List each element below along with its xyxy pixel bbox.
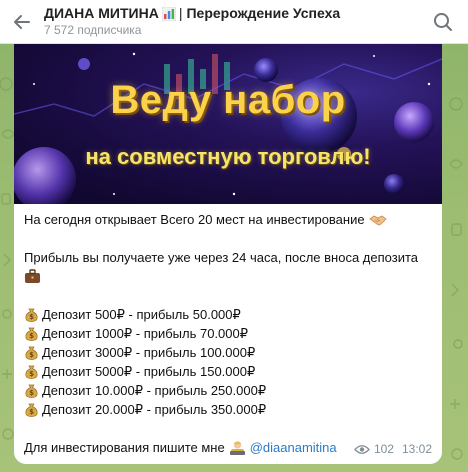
deposit-row: $ Депозит 20.000₽ - прибыль 350.000₽	[24, 400, 434, 419]
deposit-text: Депозит 3000₽ - прибыль 100.000₽	[42, 345, 256, 360]
deposit-text: Депозит 1000₽ - прибыль 70.000₽	[42, 326, 249, 341]
svg-text:$: $	[29, 389, 34, 397]
money-bag-icon: $	[25, 365, 38, 379]
message-text: На сегодня открывает Всего 20 мест на ин…	[24, 210, 434, 457]
channel-title: ДИАНА МИТИНА | Перерождение Успеха	[44, 5, 340, 22]
money-bag-icon: $	[25, 346, 38, 360]
money-bag-icon: $	[25, 327, 38, 341]
svg-text:$: $	[29, 313, 34, 321]
svg-text:$: $	[29, 408, 34, 416]
chart-emoji-icon	[161, 6, 176, 21]
svg-text:$: $	[29, 370, 34, 378]
svg-text:$: $	[29, 332, 34, 340]
message-time: 13:02	[401, 442, 432, 456]
money-bag-icon: $	[25, 403, 38, 417]
banner-title: Веду набор	[110, 78, 346, 122]
subscriber-count: 7 572 подписчика	[44, 23, 142, 37]
message-meta: 102 13:02	[354, 442, 432, 456]
money-bag-icon: $	[25, 308, 38, 322]
channel-title-name: ДИАНА МИТИНА	[44, 5, 159, 21]
deposit-row: $ Депозит 10.000₽ - прибыль 250.000₽	[24, 381, 434, 400]
briefcase-emoji-icon	[25, 269, 40, 283]
back-button[interactable]	[0, 0, 44, 44]
profit-line: Прибыль вы получаете уже через 24 часа, …	[24, 248, 434, 267]
view-count: 102	[373, 442, 394, 456]
views-eye-icon	[354, 444, 370, 454]
deposit-row: $ Депозит 5000₽ - прибыль 150.000₽	[24, 362, 434, 381]
deposit-text: Депозит 20.000₽ - прибыль 350.000₽	[42, 402, 267, 417]
channel-info[interactable]: ДИАНА МИТИНА | Перерождение Успеха 7 572…	[44, 5, 340, 38]
deposit-text: Депозит 500₽ - прибыль 50.000₽	[42, 307, 241, 322]
banner-subtitle: на совместную торговлю!	[85, 144, 371, 169]
intro-text: На сегодня открывает Всего 20 мест на ин…	[24, 212, 365, 227]
channel-title-tagline: Перерождение Успеха	[186, 5, 341, 21]
back-arrow-icon	[14, 14, 30, 29]
banner-decoration	[14, 52, 442, 204]
message-bubble[interactable]: Веду набор на совместную торговлю! На се…	[14, 44, 442, 464]
search-icon	[434, 13, 452, 31]
money-bag-icon: $	[25, 384, 38, 398]
deposit-row: $ Депозит 1000₽ - прибыль 70.000₽	[24, 324, 434, 343]
svg-text:$: $	[29, 351, 34, 359]
profit-text: Прибыль вы получаете уже через 24 часа, …	[24, 250, 418, 265]
contact-text: Для инвестирования пишите мне	[24, 440, 225, 455]
search-button[interactable]	[432, 11, 454, 33]
briefcase-line	[24, 267, 434, 286]
message-banner-image[interactable]: Веду набор на совместную торговлю!	[14, 44, 442, 204]
chat-header: ДИАНА МИТИНА | Перерождение Успеха 7 572…	[0, 0, 468, 44]
deposit-row: $ Депозит 3000₽ - прибыль 100.000₽	[24, 343, 434, 362]
deposit-text: Депозит 10.000₽ - прибыль 250.000₽	[42, 383, 267, 398]
handshake-emoji-icon	[368, 215, 387, 225]
deposit-row: $ Депозит 500₽ - прибыль 50.000₽	[24, 305, 434, 324]
channel-title-separator: |	[178, 5, 183, 21]
person-emoji-icon	[229, 441, 245, 455]
contact-link[interactable]: @diaanamitina	[250, 438, 337, 457]
intro-line: На сегодня открывает Всего 20 мест на ин…	[24, 210, 434, 229]
deposit-text: Депозит 5000₽ - прибыль 150.000₽	[42, 364, 256, 379]
